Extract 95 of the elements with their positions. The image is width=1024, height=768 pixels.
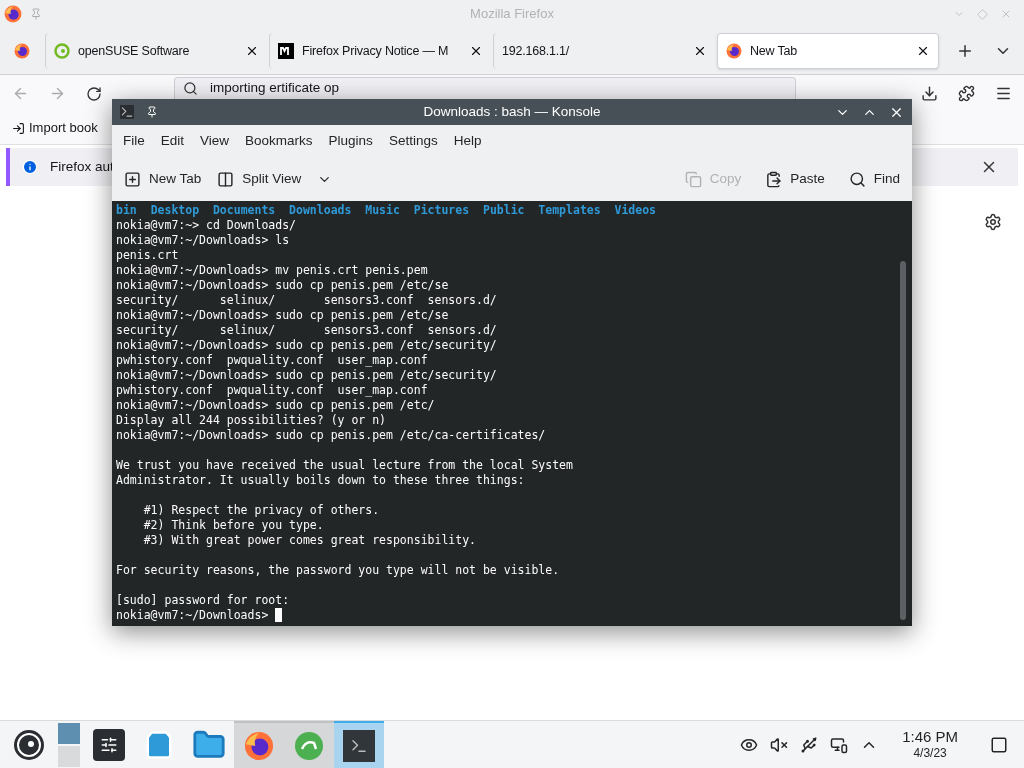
- terminal-line: security/ selinux/ sensors3.conf sensors.d/: [116, 323, 497, 338]
- terminal-line: pwhistory.conf pwquality.conf user_map.conf: [116, 383, 428, 398]
- close-tab-icon[interactable]: [916, 44, 930, 58]
- directory-name: Desktop: [150, 203, 200, 218]
- firefox-icon: [4, 5, 22, 23]
- terminal-line: We trust you have received the usual lecture from the local System: [116, 458, 573, 473]
- terminal-line: For security reasons, the password you type will not be visible.: [116, 563, 560, 578]
- launcher-icon: [13, 728, 45, 761]
- toolbar-button[interactable]: Split View: [217, 168, 333, 190]
- tab-title: openSUSE Software: [78, 42, 191, 60]
- directory-name: Documents: [212, 203, 276, 218]
- settings-app-icon: [93, 728, 125, 761]
- menu-item[interactable]: Help: [446, 130, 489, 152]
- terminal-line: nokia@vm7:~/Downloads> sudo cp penis.pem /etc/se: [116, 308, 449, 323]
- directory-name: bin: [116, 203, 137, 218]
- firefox-icon: [244, 730, 274, 761]
- menu-item[interactable]: File: [116, 130, 152, 152]
- browser-tab[interactable]: openSUSE Software: [45, 33, 267, 69]
- close-tab-icon[interactable]: [469, 44, 483, 58]
- terminal-line: Administrator. It usually boils down to these three things:: [116, 473, 525, 488]
- close-tab-icon[interactable]: [245, 44, 259, 58]
- usb-icon[interactable]: [800, 735, 819, 754]
- directory-name: Videos: [614, 203, 657, 218]
- terminal-line: nokia@vm7:~/Downloads> sudo cp penis.pem /etc/security/: [116, 368, 497, 383]
- window-title: Downloads : bash — Konsole: [423, 102, 601, 121]
- menu-item[interactable]: View: [193, 130, 237, 152]
- tab-icon: [278, 43, 294, 59]
- terminal-line: [sudo] password for root:: [116, 593, 290, 608]
- terminal-line: nokia@vm7:~/Downloads> ls: [116, 233, 290, 248]
- toolbar-button[interactable]: New Tab: [124, 168, 202, 190]
- browser-tab[interactable]: Firefox Privacy Notice — M: [269, 33, 491, 69]
- terminal-line: #2) Think before you type.: [142, 518, 324, 533]
- toolbar-button[interactable]: Paste: [765, 168, 825, 190]
- new-tab-icon: [124, 170, 141, 188]
- terminal-line: security/ selinux/ sensors3.conf sensors.d/: [116, 293, 497, 308]
- import-bookmarks-button[interactable]: Import book: [12, 118, 98, 138]
- konsole-icon: [120, 105, 134, 119]
- tab-title: 192.168.1.1/: [502, 42, 571, 60]
- menu-item[interactable]: Edit: [153, 130, 192, 152]
- clock-time: 1:46 PM: [902, 727, 958, 747]
- firefox-icon: [14, 43, 30, 59]
- tab-icon: [54, 43, 70, 59]
- tab-title: New Tab: [750, 42, 798, 60]
- network-icon[interactable]: [830, 735, 849, 754]
- terminal-line: nokia@vm7:~/Downloads> sudo cp penis.pem /etc/security/: [116, 338, 497, 353]
- download-icon[interactable]: [921, 85, 938, 102]
- directory-name: Downloads: [289, 203, 352, 218]
- import-icon: [12, 121, 25, 135]
- menu-item[interactable]: Plugins: [321, 130, 380, 152]
- tab-title: Firefox Privacy Notice — M: [302, 42, 450, 60]
- taskbar-item[interactable]: [334, 721, 384, 768]
- paste-icon: [765, 170, 783, 188]
- copy-icon: [684, 170, 702, 188]
- clock[interactable]: 1:46 PM 4/3/23: [902, 727, 958, 762]
- window-title: Mozilla Firefox: [470, 5, 554, 24]
- directory-name: Public: [482, 203, 525, 218]
- address-field[interactable]: importing ertificate op: [174, 77, 796, 99]
- terminal-line: nokia@vm7:~/Downloads>: [116, 608, 270, 623]
- show-desktop-icon[interactable]: [990, 735, 1008, 754]
- address-text: importing ertificate op: [210, 79, 340, 98]
- terminal-line: nokia@vm7:~/Downloads> mv penis.crt penis.pem: [116, 263, 428, 278]
- directory-name: Templates: [538, 203, 601, 218]
- text-cursor: [275, 608, 283, 622]
- toolbar-button[interactable]: Find: [848, 168, 900, 190]
- extensions-icon[interactable]: [958, 85, 975, 102]
- settings-icon[interactable]: [984, 213, 1002, 231]
- new-tab-icon[interactable]: [956, 42, 974, 60]
- browser-tab[interactable]: New Tab: [717, 33, 939, 69]
- terminal-line: nokia@vm7:~/Downloads> sudo cp penis.pem /etc/se: [116, 278, 449, 293]
- terminal-line: pwhistory.conf pwquality.conf user_map.conf: [116, 353, 428, 368]
- pin-icon[interactable]: [146, 106, 158, 118]
- terminal-line: nokia@vm7:~/Downloads> sudo cp penis.pem /etc/: [116, 398, 435, 413]
- menu-item[interactable]: Settings: [381, 130, 445, 152]
- muted-volume-icon[interactable]: [770, 735, 789, 754]
- scrollbar[interactable]: [900, 261, 906, 620]
- directory-name: Music: [365, 203, 400, 218]
- clock-date: 4/3/23: [913, 746, 947, 762]
- info-icon: [22, 159, 38, 175]
- menu-item[interactable]: Bookmarks: [238, 130, 320, 152]
- konsole-icon: [343, 729, 375, 762]
- menu-icon[interactable]: [995, 85, 1012, 102]
- browser-tab[interactable]: 192.168.1.1/: [493, 33, 715, 69]
- terminal-line: Display all 244 possibilities? (y or n): [116, 413, 387, 428]
- terminal-line: penis.crt: [116, 248, 179, 263]
- search-icon: [848, 170, 866, 188]
- reload-icon[interactable]: [86, 85, 102, 102]
- terminal-line: nokia@vm7:~> cd Downloads/: [116, 218, 296, 233]
- close-tab-icon[interactable]: [693, 44, 707, 58]
- terminal-line: nokia@vm7:~/Downloads> sudo cp penis.pem /etc/ca-certificates/: [116, 428, 546, 443]
- search-icon: [183, 81, 198, 96]
- directory-name: Pictures: [413, 203, 470, 218]
- terminal-line: #1) Respect the privacy of others.: [142, 503, 380, 518]
- split-view-icon: [217, 170, 235, 188]
- tab-icon: [726, 43, 742, 59]
- terminal-line: #3) With great power comes great responsibility.: [142, 533, 477, 548]
